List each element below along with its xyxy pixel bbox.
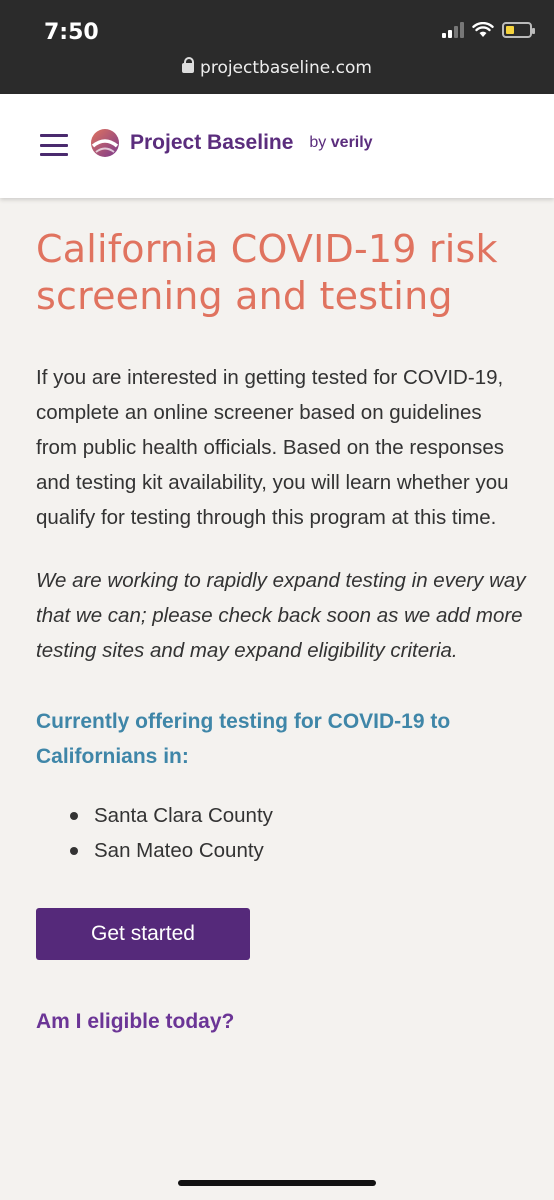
status-bar: 7:50 projectbaseline.com [0, 0, 554, 94]
brand-logo[interactable]: Project Baseline by verily [90, 128, 373, 158]
cellular-signal-icon [442, 22, 464, 38]
get-started-button[interactable]: Get started [36, 908, 250, 960]
system-icons [442, 22, 535, 38]
address-bar[interactable]: projectbaseline.com [0, 57, 554, 78]
wifi-icon [472, 22, 494, 37]
expansion-note: We are working to rapidly expand testing… [36, 569, 526, 662]
battery-icon [502, 22, 535, 38]
list-item: Santa Clara County [36, 798, 526, 833]
baseline-logo-icon [91, 129, 119, 157]
brand-byline: by verily [309, 134, 372, 152]
lock-icon [182, 57, 195, 73]
offering-heading: Currently offering testing for COVID-19 … [36, 710, 451, 768]
status-time: 7:50 [44, 20, 99, 45]
eligibility-link[interactable]: Am I eligible today? [36, 1010, 526, 1034]
page-title: California COVID-19 risk screening and t… [36, 227, 498, 318]
intro-text: If you are interested in getting tested … [36, 366, 509, 529]
battery-level [506, 26, 514, 34]
site-header: Project Baseline by verily [0, 94, 554, 198]
main-content: California COVID-19 risk screening and t… [36, 226, 526, 1034]
list-item: San Mateo County [36, 833, 526, 868]
byline-by: by [309, 134, 327, 151]
home-indicator[interactable] [178, 1180, 376, 1186]
url-text: projectbaseline.com [200, 58, 372, 78]
partner-name: verily [330, 134, 373, 151]
county-list: Santa Clara County San Mateo County [36, 798, 526, 868]
menu-icon[interactable] [40, 134, 68, 156]
brand-name: Project Baseline [130, 131, 294, 154]
